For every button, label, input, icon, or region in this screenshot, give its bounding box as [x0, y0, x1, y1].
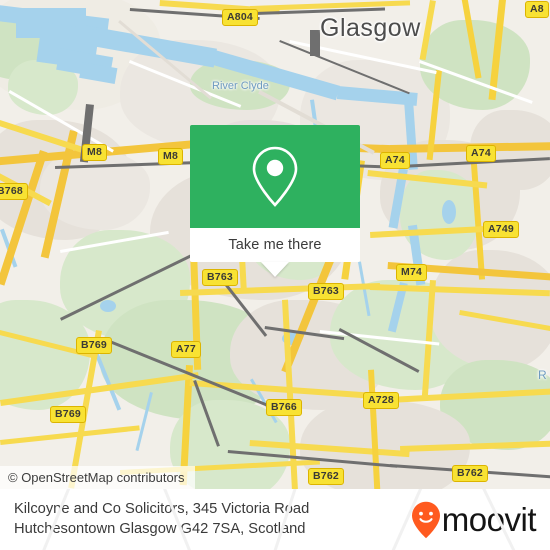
moovit-smiley-pin-icon — [411, 501, 440, 538]
moovit-logo[interactable]: moovit — [411, 501, 537, 539]
road-shield: A804 — [222, 9, 258, 26]
map-canvas[interactable]: Glasgow River Clyde R A804 A8 M8 M8 B768… — [0, 0, 550, 489]
road-shield: B768 — [0, 183, 28, 200]
popup-cta-button[interactable]: Take me there — [190, 228, 360, 262]
road-shield: M8 — [158, 148, 183, 165]
road-shield: A749 — [483, 221, 519, 238]
moovit-wordmark: moovit — [441, 501, 537, 538]
road-shield: B763 — [202, 269, 238, 286]
map-pin-icon — [252, 146, 298, 207]
road-shield: B769 — [76, 337, 112, 354]
road-shield: A728 — [363, 392, 399, 409]
road-shield: A74 — [466, 145, 496, 162]
location-address: Kilcoyne and Co Solicitors, 345 Victoria… — [14, 500, 309, 539]
road-shield: M74 — [396, 264, 428, 281]
map-page: Glasgow River Clyde R A804 A8 M8 M8 B768… — [0, 0, 550, 550]
road-shield: A77 — [171, 341, 201, 358]
road-shield: B769 — [50, 406, 86, 423]
address-line-2: Hutchesontown Glasgow G42 7SA, Scotland — [14, 520, 306, 537]
attribution-text: © OpenStreetMap contributors — [8, 470, 185, 485]
road-shield: M8 — [82, 144, 107, 161]
popup-pointer — [261, 262, 289, 277]
road-shield: B766 — [266, 399, 302, 416]
road-shield: A8 — [525, 1, 549, 18]
map-attribution[interactable]: © OpenStreetMap contributors — [0, 466, 195, 489]
location-popup-card[interactable]: Take me there — [190, 125, 360, 277]
popup-header — [190, 125, 360, 228]
road-shield: B762 — [452, 465, 488, 482]
road-shield: B763 — [308, 283, 344, 300]
popup-cta-label: Take me there — [228, 237, 322, 253]
road-shield: A74 — [380, 152, 410, 169]
page-footer: Kilcoyne and Co Solicitors, 345 Victoria… — [0, 489, 550, 550]
road-shield: B762 — [308, 468, 344, 485]
